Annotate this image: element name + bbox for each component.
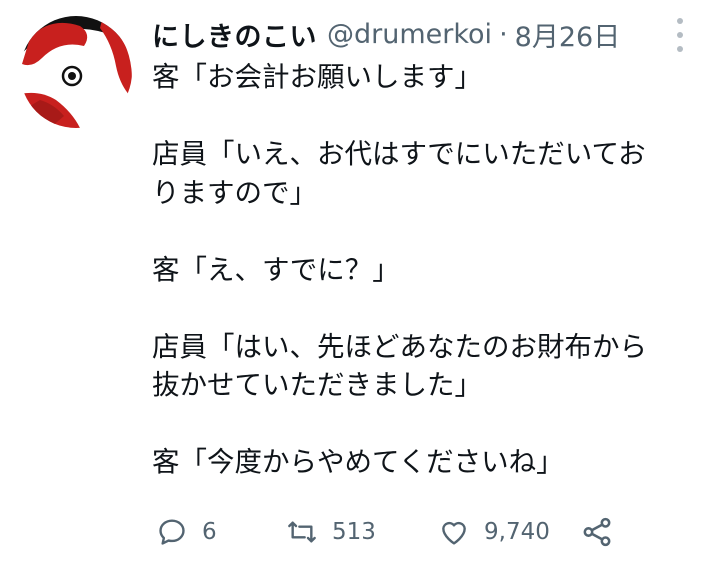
tweet-header: にしきのこい @drumerkoi · 8月26日 bbox=[152, 14, 660, 54]
tweet-line: りますので」 bbox=[152, 176, 317, 209]
share-icon bbox=[583, 517, 611, 547]
avatar[interactable] bbox=[20, 16, 132, 128]
tweet-text: 客「お会計お願いします」 店員「いえ、お代はすでにいただいてお りますので」 客… bbox=[152, 58, 687, 482]
tweet-line: 店員「いえ、お代はすでにいただいてお bbox=[152, 138, 646, 170]
tweet-date[interactable]: 8月26日 bbox=[515, 15, 621, 54]
tweet-line: 客「お会計お願いします」 bbox=[152, 61, 482, 93]
display-name[interactable]: にしきのこい bbox=[152, 15, 317, 54]
retweet-icon bbox=[288, 521, 316, 543]
separator-dot: · bbox=[499, 18, 508, 50]
like-icon bbox=[442, 521, 466, 545]
reply-count: 6 bbox=[202, 519, 217, 545]
retweet-button[interactable]: 513 bbox=[286, 510, 376, 554]
retweet-count: 513 bbox=[332, 519, 376, 545]
more-icon[interactable] bbox=[670, 18, 690, 52]
avatar-image bbox=[20, 16, 132, 128]
like-button[interactable]: 9,740 bbox=[438, 510, 550, 554]
more-dot bbox=[677, 32, 683, 38]
reply-button[interactable]: 6 bbox=[156, 510, 217, 554]
tweet-line: 抜かせていただきました」 bbox=[152, 369, 482, 401]
more-dot bbox=[677, 46, 683, 52]
user-handle[interactable]: @drumerkoi bbox=[327, 19, 492, 50]
tweet-line: 客「え、すでに？」 bbox=[152, 253, 400, 286]
tweet-line: 店員「はい、先ほどあなたのお財布から bbox=[152, 330, 647, 363]
share-button[interactable] bbox=[580, 510, 614, 554]
action-bar: 6 513 9,740 bbox=[150, 510, 630, 554]
more-dot bbox=[677, 18, 683, 24]
tweet-line: 客「今度からやめてくださいね」 bbox=[152, 446, 564, 478]
like-count: 9,740 bbox=[484, 519, 550, 545]
reply-icon bbox=[159, 519, 185, 545]
